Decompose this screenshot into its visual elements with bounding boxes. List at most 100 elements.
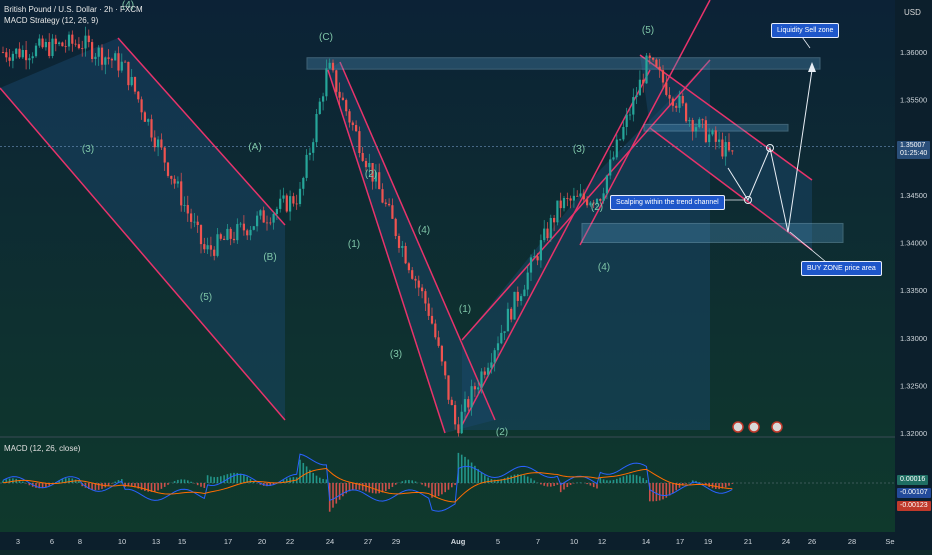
time-tick: 17 (676, 537, 684, 546)
macd-histogram-bar (580, 482, 582, 483)
macd-histogram-bar (392, 483, 394, 487)
candle-body (441, 346, 443, 362)
time-axis[interactable]: 368101315172022242729Aug5710121417192124… (0, 532, 932, 550)
macd-histogram-bar (553, 483, 555, 486)
macd-histogram-bar (124, 483, 126, 487)
chart-canvas[interactable]: (4)(C)(5)(3)(A)(B)(5)(2)(1)(4)(3)(1)(2)(… (0, 0, 932, 550)
macd-histogram-bar (672, 483, 674, 493)
wave-label: (C) (319, 32, 333, 43)
price-axis[interactable]: 1.360001.355001.350001.345001.340001.335… (895, 0, 932, 550)
macd-histogram-bar (425, 483, 427, 486)
macd-histogram-bar (679, 483, 681, 488)
macd-histogram-bar (322, 479, 324, 483)
candle-body (718, 140, 720, 142)
candle-body (678, 96, 680, 108)
wave-label: (2) (591, 202, 603, 213)
macd-histogram-bar (220, 476, 222, 483)
candle-body (368, 163, 370, 167)
candle-body (108, 57, 110, 58)
macd-histogram-bar (177, 480, 179, 483)
candle-body (12, 54, 14, 61)
wave-label: (1) (348, 239, 360, 250)
macd-histogram-bar (213, 477, 215, 483)
indicator-title[interactable]: MACD Strategy (12, 26, 9) (4, 15, 143, 26)
macd-histogram-bar (448, 483, 450, 490)
time-tick: Aug (451, 537, 466, 546)
candle-body (540, 240, 542, 260)
candle-body (570, 198, 572, 200)
macd-histogram-bar (405, 480, 407, 483)
candle-body (200, 225, 202, 244)
macd-histogram-bar (454, 483, 456, 485)
candle-body (325, 68, 327, 96)
candle-body (174, 179, 176, 184)
candle-body (170, 176, 172, 179)
macd-histogram-bar (154, 483, 156, 491)
macd-histogram-bar (441, 483, 443, 494)
time-tick: 28 (848, 537, 856, 546)
candle-body (203, 244, 205, 249)
candle-body (682, 96, 684, 103)
candle-body (675, 106, 677, 108)
candle-body (513, 292, 515, 320)
candle-body (121, 62, 123, 71)
wave-label: (3) (573, 144, 585, 155)
candle-body (725, 142, 727, 156)
time-tick: 15 (178, 537, 186, 546)
macd-histogram-bar (190, 482, 192, 483)
macd-histogram-bar (524, 475, 526, 483)
candle-body (695, 127, 697, 131)
time-tick: 10 (118, 537, 126, 546)
macd-histogram-bar (606, 480, 608, 483)
macd-histogram-bar (233, 473, 235, 483)
macd-histogram-bar (299, 460, 301, 483)
time-tick: 13 (152, 537, 160, 546)
candle-body (315, 114, 317, 142)
candle-body (480, 371, 482, 387)
candle-body (599, 199, 601, 201)
macd-histogram-bar (164, 483, 166, 487)
candle-body (154, 138, 156, 148)
candle-body (131, 77, 133, 85)
symbol-title[interactable]: British Pound / U.S. Dollar · 2h · FXCM (4, 4, 143, 15)
candle-body (127, 62, 129, 85)
candle-body (322, 96, 324, 101)
time-tick: 3 (16, 537, 20, 546)
liquidity-callout: Liquidity Sell zone (771, 23, 839, 38)
candle-body (98, 48, 100, 57)
candle-body (497, 343, 499, 350)
candle-body (243, 224, 245, 231)
macd-histogram-bar (157, 483, 159, 490)
candle-body (276, 209, 278, 214)
macd-histogram-bar (557, 483, 559, 485)
macd-histogram-bar (210, 477, 212, 483)
macd-histogram-bar (510, 476, 512, 483)
candle-body (236, 224, 238, 240)
candle-body (471, 386, 473, 407)
candle-body (111, 59, 113, 61)
macd-histogram-bar (408, 480, 410, 483)
candle-body (42, 39, 44, 48)
candle-body (141, 99, 143, 112)
candle-body (378, 172, 380, 189)
candle-body (391, 205, 393, 219)
macd-histogram-bar (662, 483, 664, 499)
candle-body (249, 230, 251, 235)
macd-histogram-bar (204, 483, 206, 488)
macd-histogram-bar (438, 483, 440, 496)
candle-body (662, 70, 664, 82)
candle-body (365, 161, 367, 167)
candle-body (665, 83, 667, 95)
candle-body (649, 56, 651, 58)
chart-header: British Pound / U.S. Dollar · 2h · FXCM … (4, 4, 143, 26)
macd-histogram-bar (471, 463, 473, 483)
macd-histogram-bar (732, 483, 734, 484)
candle-body (642, 80, 644, 84)
macd-label[interactable]: MACD (12, 26, close) (4, 444, 80, 453)
macd-histogram-bar (365, 483, 367, 491)
candle-body (35, 46, 37, 57)
wave-label: (2) (365, 169, 377, 180)
candle-body (398, 236, 400, 248)
candle-body (543, 229, 545, 240)
candle-body (546, 229, 548, 239)
